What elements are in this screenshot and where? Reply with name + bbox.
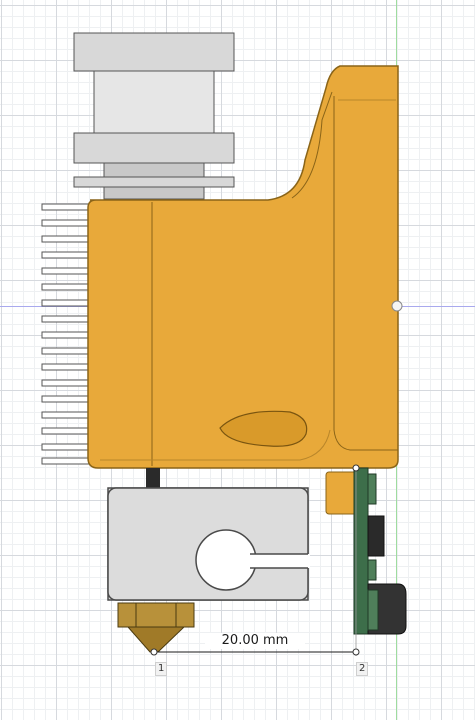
model-view[interactable] <box>0 0 475 720</box>
measure-point-1[interactable] <box>150 648 158 656</box>
heater-block <box>107 487 310 601</box>
heat-break <box>146 468 160 488</box>
nozzle <box>117 602 195 653</box>
canvas-viewport[interactable]: 20.00 mm 1 2 <box>0 0 475 720</box>
measure-point-2[interactable] <box>352 648 360 656</box>
point-1-label: 1 <box>155 662 168 676</box>
point-2-label: 2 <box>356 662 369 676</box>
sensor-pcb <box>325 467 407 635</box>
dimension-label: 20.00 mm <box>205 633 305 649</box>
heatsink <box>73 32 235 200</box>
fan-fins <box>41 203 91 465</box>
